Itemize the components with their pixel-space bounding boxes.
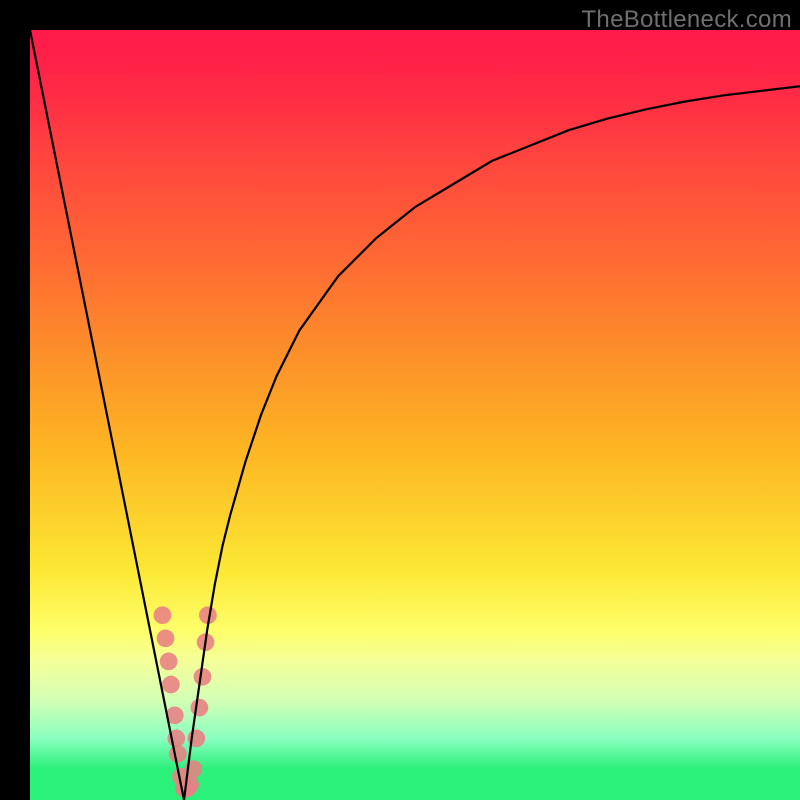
marker-dot [191, 699, 209, 717]
marker-dot [169, 745, 187, 763]
marker-dot [160, 653, 178, 671]
plot-area [30, 30, 800, 800]
marker-dot [157, 629, 175, 647]
watermark-text: TheBottleneck.com [581, 6, 792, 34]
marker-dot [154, 606, 172, 624]
marker-dot [181, 776, 199, 794]
marker-dot [162, 676, 180, 694]
left-branch-curve [30, 30, 184, 800]
right-branch-curve [184, 86, 800, 800]
outer-frame: TheBottleneck.com [0, 0, 800, 800]
curves-layer [30, 30, 800, 800]
